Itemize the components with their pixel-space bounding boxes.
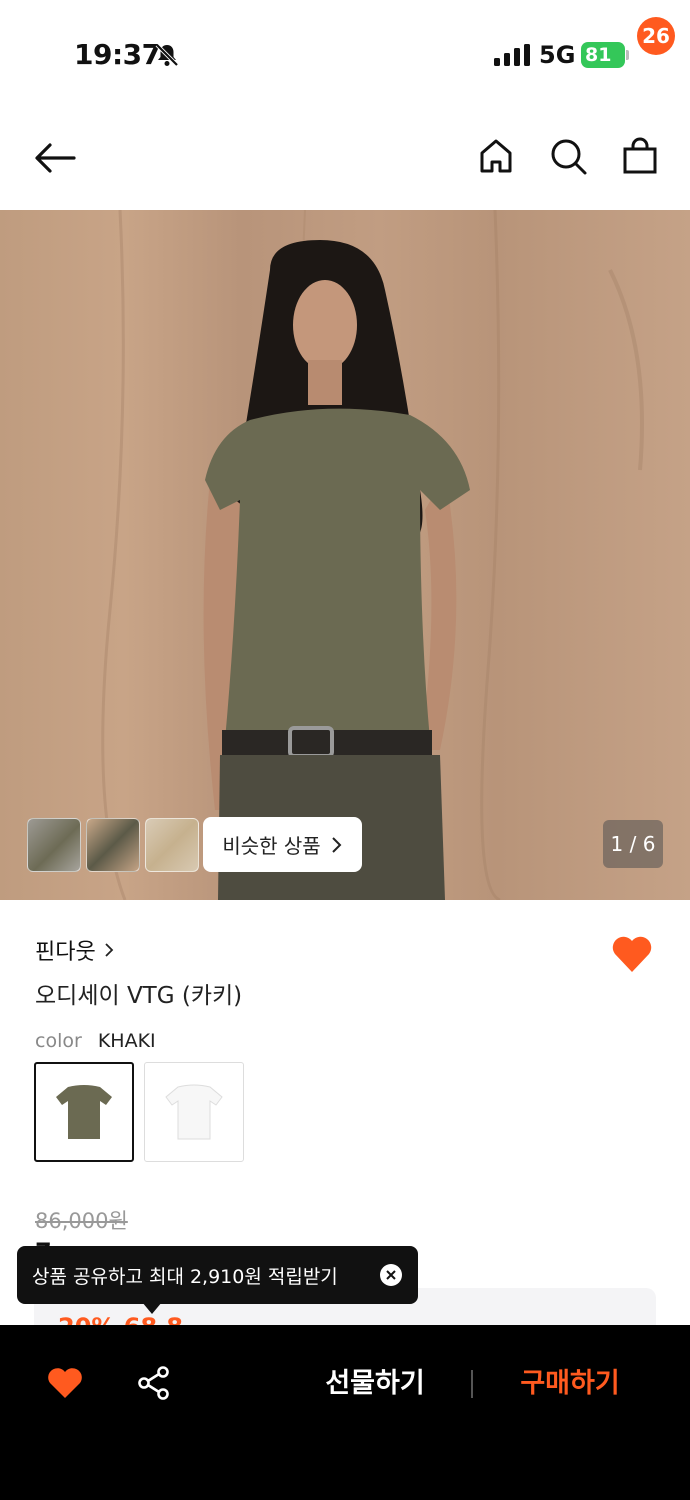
battery-icon: 81 xyxy=(581,42,629,68)
heart-icon[interactable] xyxy=(610,932,654,976)
tooltip-close-button[interactable] xyxy=(380,1264,402,1286)
battery-level: 81 xyxy=(585,44,612,66)
network-label: 5G xyxy=(539,41,576,69)
color-swatch-white[interactable] xyxy=(144,1062,244,1162)
color-value: KHAKI xyxy=(97,1030,156,1052)
gallery-thumbnail[interactable] xyxy=(145,818,199,872)
color-option-row: color KHAKI xyxy=(35,1030,156,1052)
bell-slash-icon xyxy=(155,43,179,67)
tooltip-arrow xyxy=(142,1302,162,1314)
product-image[interactable] xyxy=(0,210,690,900)
brand-name: 핀다웃 xyxy=(35,940,96,965)
product-title: 오디세이 VTG (카키) xyxy=(35,983,243,1009)
shopping-bag-icon[interactable] xyxy=(620,136,660,176)
brand-link[interactable]: 핀다웃 xyxy=(35,934,114,966)
chevron-right-icon xyxy=(105,943,114,957)
search-icon[interactable] xyxy=(548,136,588,176)
image-page-indicator: 1 / 6 xyxy=(603,820,663,868)
close-icon xyxy=(386,1270,396,1280)
gallery-thumbnail[interactable] xyxy=(27,818,81,872)
tooltip-text: 상품 공유하고 최대 2,910원 적립받기 xyxy=(32,1265,338,1288)
back-arrow-icon[interactable] xyxy=(30,138,78,178)
similar-products-button[interactable]: 비슷한 상품 xyxy=(203,817,362,872)
status-bar: 19:37 5G 81 xyxy=(0,0,690,100)
status-time: 19:37 xyxy=(74,38,161,71)
cart-count-badge: 26 xyxy=(637,17,675,55)
original-price: 86,000원 xyxy=(35,1209,128,1233)
product-photo-illustration xyxy=(101,210,644,900)
chevron-right-icon xyxy=(331,836,342,853)
gallery-thumbnail[interactable] xyxy=(86,818,140,872)
tshirt-white-icon xyxy=(165,1084,223,1140)
bar-divider xyxy=(471,1370,473,1398)
buy-button[interactable]: 구매하기 xyxy=(495,1364,645,1404)
signal-icon xyxy=(494,44,530,66)
color-label: color xyxy=(35,1030,82,1052)
bottom-action-bar xyxy=(0,1325,690,1500)
nav-header xyxy=(0,100,690,210)
heart-icon[interactable] xyxy=(46,1365,84,1401)
share-icon[interactable] xyxy=(136,1365,172,1401)
similar-products-label: 비슷한 상품 xyxy=(222,834,321,858)
share-reward-tooltip: 상품 공유하고 최대 2,910원 적립받기 xyxy=(17,1246,418,1304)
home-icon[interactable] xyxy=(476,136,516,176)
color-swatch-khaki[interactable] xyxy=(34,1062,134,1162)
gift-button[interactable]: 선물하기 xyxy=(300,1364,450,1404)
tshirt-khaki-icon xyxy=(56,1085,112,1139)
